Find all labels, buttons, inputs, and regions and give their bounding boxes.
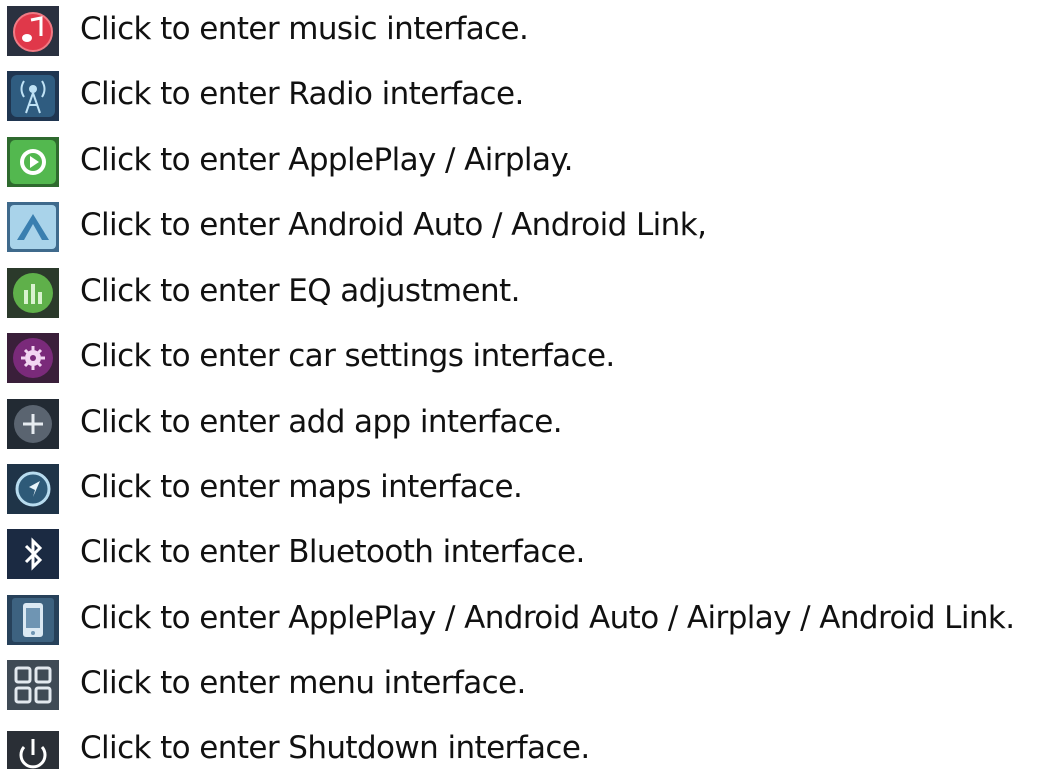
list-item-label: Click to enter add app interface. bbox=[80, 404, 563, 440]
list-item-label: Click to enter Bluetooth interface. bbox=[80, 534, 585, 570]
radio-icon bbox=[7, 71, 59, 121]
music-icon bbox=[7, 6, 59, 56]
list-item: Click to enter maps interface. bbox=[0, 458, 1056, 518]
list-item: Click to enter menu interface. bbox=[0, 654, 1056, 714]
appleplay-icon bbox=[7, 137, 59, 187]
list-item-label: Click to enter menu interface. bbox=[80, 665, 526, 701]
maps-icon bbox=[7, 464, 59, 514]
bluetooth-icon bbox=[7, 529, 59, 579]
eq-icon bbox=[7, 268, 59, 318]
list-item: Click to enter Bluetooth interface. bbox=[0, 523, 1056, 583]
list-item: Click to enter ApplePlay / Airplay. bbox=[0, 131, 1056, 191]
list-item-label: Click to enter ApplePlay / Airplay. bbox=[80, 142, 574, 178]
list-item: Click to enter Radio interface. bbox=[0, 65, 1056, 125]
list-item-label: Click to enter Android Auto / Android Li… bbox=[80, 207, 707, 243]
list-item: Click to enter car settings interface. bbox=[0, 327, 1056, 387]
list-item-label: Click to enter Shutdown interface. bbox=[80, 730, 590, 766]
list-item-label: Click to enter music interface. bbox=[80, 11, 529, 47]
list-item-label: Click to enter ApplePlay / Android Auto … bbox=[80, 600, 1015, 636]
list-item-label: Click to enter car settings interface. bbox=[80, 338, 615, 374]
list-item: Click to enter music interface. bbox=[0, 0, 1056, 60]
list-item-label: Click to enter maps interface. bbox=[80, 469, 523, 505]
list-item: Click to enter Android Auto / Android Li… bbox=[0, 196, 1056, 256]
menu-grid-icon bbox=[7, 660, 59, 710]
list-item: Click to enter Shutdown interface. bbox=[0, 719, 1056, 779]
add-app-icon bbox=[7, 399, 59, 449]
list-item: Click to enter add app interface. bbox=[0, 393, 1056, 453]
android-auto-icon bbox=[7, 202, 59, 252]
list-item: Click to enter EQ adjustment. bbox=[0, 262, 1056, 322]
power-icon bbox=[7, 725, 59, 769]
list-item-label: Click to enter EQ adjustment. bbox=[80, 273, 520, 309]
list-item: Click to enter ApplePlay / Android Auto … bbox=[0, 589, 1056, 649]
list-item-label: Click to enter Radio interface. bbox=[80, 76, 524, 112]
phone-link-icon bbox=[7, 595, 59, 645]
car-settings-icon bbox=[7, 333, 59, 383]
